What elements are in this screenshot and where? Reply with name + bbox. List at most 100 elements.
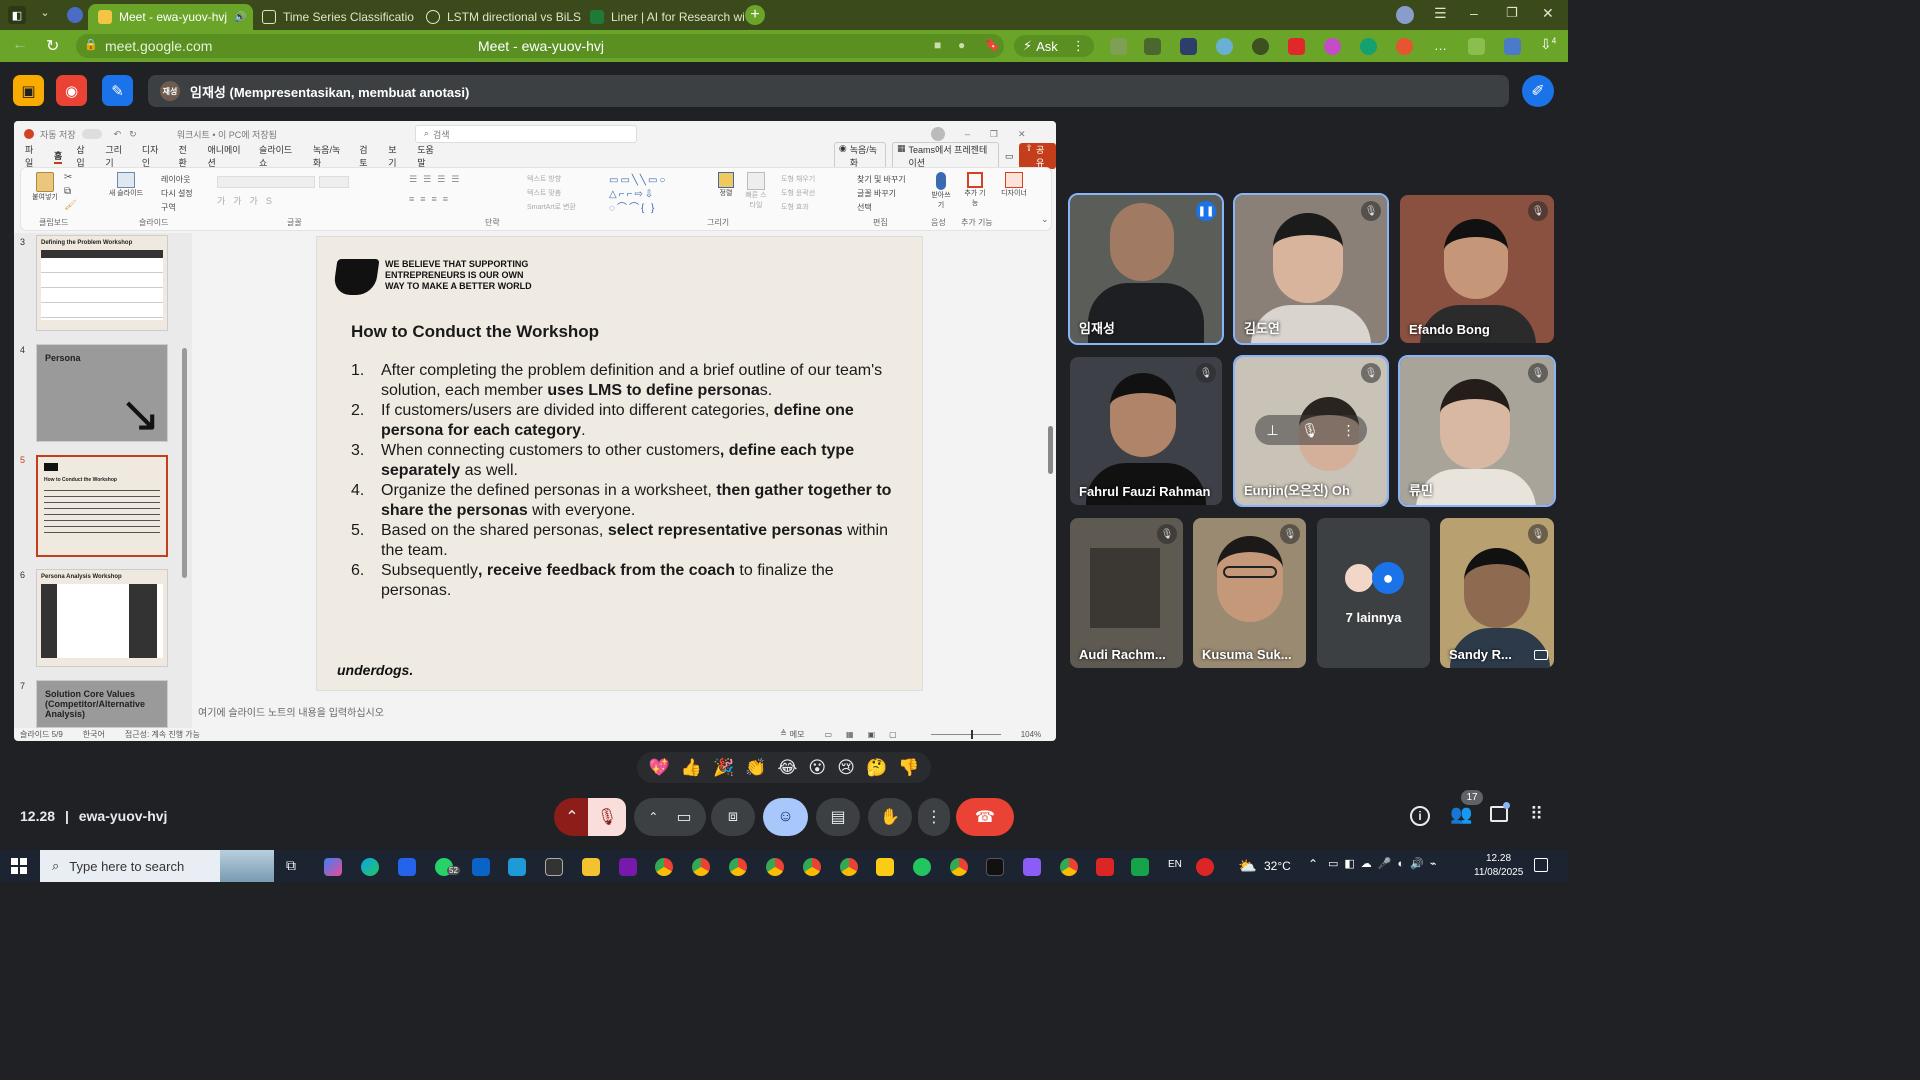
- new-slide-button[interactable]: 새 슬라이드: [107, 172, 145, 198]
- menu-home[interactable]: 홈: [54, 149, 63, 164]
- clock-time[interactable]: 12.28: [1486, 853, 1511, 864]
- reaction-clap-button[interactable]: 👏: [745, 758, 766, 778]
- green-app-icon[interactable]: [913, 858, 931, 876]
- onenote-icon[interactable]: [619, 858, 637, 876]
- extension-m-icon[interactable]: [1144, 38, 1161, 55]
- back-icon[interactable]: ←: [12, 36, 28, 54]
- file-name[interactable]: 워크시트 • 이 PC에 저장됨: [177, 128, 277, 141]
- chrome-profile-icon[interactable]: [1060, 858, 1078, 876]
- extension-eye-icon[interactable]: [1216, 38, 1233, 55]
- accessibility-status[interactable]: 접근성: 계속 진행 가능: [125, 729, 200, 740]
- chrome-profile-icon[interactable]: [840, 858, 858, 876]
- slide-thumbnail[interactable]: Defining the Problem Workshop: [36, 235, 168, 331]
- sticky-notes-icon[interactable]: [876, 858, 894, 876]
- chrome-profile-icon[interactable]: [803, 858, 821, 876]
- participant-tile[interactable]: 🎙 김도연: [1233, 193, 1389, 345]
- reaction-thinking-button[interactable]: 🤔: [866, 758, 887, 778]
- ppt-search[interactable]: ⌕ 검색: [414, 125, 637, 143]
- slide-canvas[interactable]: WE BELIEVE THAT SUPPORTING ENTREPRENEURS…: [316, 236, 923, 691]
- extension-openai-icon[interactable]: [1252, 38, 1269, 55]
- extension-blue-icon[interactable]: [1504, 38, 1521, 55]
- layout-button[interactable]: 레이아웃: [161, 174, 190, 185]
- extension-v-icon[interactable]: [1110, 38, 1127, 55]
- mic-toggle-button[interactable]: 🎙: [588, 798, 626, 836]
- language-status[interactable]: 한국어: [83, 729, 105, 740]
- smartart-button[interactable]: SmartArt로 변환: [527, 202, 576, 212]
- format-painter-icon[interactable]: 🖌: [64, 200, 77, 211]
- paste-button[interactable]: 붙여넣기: [31, 172, 59, 202]
- chrome-profile-icon[interactable]: [950, 858, 968, 876]
- camera-icon[interactable]: ■: [934, 38, 941, 52]
- tab-meet[interactable]: Meet - ewa-yuov-hvj 🔊 ✕: [88, 4, 253, 30]
- redo-icon[interactable]: ↻: [129, 129, 137, 140]
- shape-effects-button[interactable]: 도형 효과: [781, 202, 809, 212]
- red-tray-icon[interactable]: [1196, 858, 1214, 876]
- menu-transitions[interactable]: 전환: [178, 143, 193, 169]
- tray-chevron-icon[interactable]: ⌃: [1308, 857, 1318, 871]
- address-bar[interactable]: 🔒 meet.google.com Meet - ewa-yuov-hvj ■ …: [76, 34, 1004, 58]
- reaction-laugh-button[interactable]: 😂: [777, 758, 797, 778]
- tab-time-series[interactable]: Time Series Classificatio: [252, 4, 417, 30]
- align-text-button[interactable]: 텍스트 맞춤: [527, 188, 561, 198]
- chrome-profile-icon[interactable]: [692, 858, 710, 876]
- purple-app-icon[interactable]: [1023, 858, 1041, 876]
- shape-fill-button[interactable]: 도형 채우기: [781, 174, 815, 184]
- download-icon[interactable]: ⇩4: [1540, 36, 1556, 53]
- annotate-button[interactable]: ✎: [102, 75, 133, 106]
- view-buttons[interactable]: ▭▦▣▢: [824, 730, 910, 739]
- share-btn[interactable]: ⇪ 공유: [1019, 143, 1056, 169]
- menu-insert[interactable]: 삽입: [76, 143, 91, 169]
- teams-btn[interactable]: ▦ Teams에서 프레젠테이션: [892, 142, 999, 170]
- section-button[interactable]: 구역: [161, 202, 176, 213]
- text-direction-button[interactable]: 텍스트 방향: [527, 174, 561, 184]
- activities-icon[interactable]: ⠿: [1530, 804, 1543, 825]
- reaction-sad-button[interactable]: 😢: [837, 758, 855, 778]
- font-format-buttons[interactable]: 가가가S: [217, 194, 280, 207]
- photos-icon[interactable]: [508, 858, 526, 876]
- dark-app-icon[interactable]: [986, 858, 1004, 876]
- new-tab-button[interactable]: +: [745, 5, 765, 25]
- menu-slideshow[interactable]: 슬라이드 쇼: [259, 143, 299, 169]
- participant-tile[interactable]: 🎙 Kusuma Suk...: [1193, 518, 1306, 668]
- find-button[interactable]: 찾기 및 바꾸기: [857, 174, 906, 185]
- notes-pane[interactable]: 여기에 슬라이드 노트의 내용을 입력하십시오: [192, 696, 1052, 724]
- raise-hand-button[interactable]: ✋: [868, 798, 912, 836]
- audio-options-button[interactable]: ⌃: [554, 798, 590, 836]
- tab-liner[interactable]: Liner | AI for Research wit: [580, 4, 745, 30]
- arrange-button[interactable]: 정렬: [715, 172, 737, 198]
- zoom-slider[interactable]: [930, 729, 1001, 739]
- temperature[interactable]: 32°C: [1264, 859, 1291, 873]
- menu-file[interactable]: 파일: [25, 143, 40, 169]
- weather-icon[interactable]: ⛅: [1238, 857, 1257, 875]
- reaction-thumbs-down-button[interactable]: 👎: [898, 758, 919, 778]
- user-icon[interactable]: [930, 127, 945, 141]
- participant-tile[interactable]: 🎙 류민: [1398, 355, 1556, 507]
- leave-call-button[interactable]: ☎: [956, 798, 1014, 836]
- record-btn[interactable]: ◉ 녹음/녹화: [833, 142, 887, 170]
- extension-il-icon[interactable]: [1180, 38, 1197, 55]
- profile-icon[interactable]: ◧: [8, 6, 26, 24]
- ribbon-collapse-icon[interactable]: ⌄: [1041, 214, 1049, 225]
- designer-button[interactable]: 디자이너: [997, 172, 1031, 198]
- dictate-button[interactable]: 받아쓰기: [929, 172, 953, 210]
- reaction-thumbs-up-button[interactable]: 👍: [681, 758, 702, 778]
- zoom-level[interactable]: 104%: [1021, 730, 1041, 739]
- info-icon[interactable]: i: [1410, 806, 1430, 826]
- video-options-button[interactable]: ⌃ ▭: [634, 798, 706, 836]
- slide-thumbnail-selected[interactable]: How to Conduct the Workshop: [36, 455, 168, 557]
- chrome-active-icon[interactable]: [655, 858, 673, 876]
- addins-button[interactable]: 추가 기능: [963, 172, 987, 208]
- notification-icon[interactable]: [1534, 858, 1548, 872]
- participant-tile[interactable]: 🎙 Sandy R...: [1440, 518, 1554, 668]
- thumb-scrollbar[interactable]: [182, 348, 187, 578]
- menu-design[interactable]: 디자인: [142, 143, 165, 169]
- more-options-icon[interactable]: ⋮: [1342, 422, 1356, 439]
- spreadsheet-app-icon[interactable]: [1131, 858, 1149, 876]
- tab-list-icon[interactable]: ⌄: [36, 6, 54, 24]
- reload-icon[interactable]: ↻: [46, 36, 59, 56]
- ppt-restore-button[interactable]: ❐: [990, 129, 998, 140]
- extension-red-icon[interactable]: [1396, 38, 1413, 55]
- chrome-profile-icon[interactable]: [729, 858, 747, 876]
- participant-tile[interactable]: ❚❚ 임재성: [1068, 193, 1224, 345]
- edge-icon[interactable]: [361, 858, 379, 876]
